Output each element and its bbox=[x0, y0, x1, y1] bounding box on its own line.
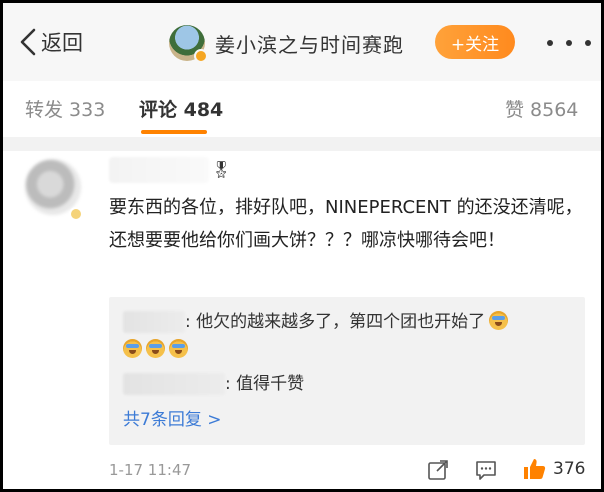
reply-text: : 值得千赞 bbox=[225, 374, 305, 394]
window-frame: 返回 姜小滨之与时间赛跑 +关注 转发 333 评论 484 赞 8564 🎖 … bbox=[0, 0, 604, 492]
tab-reposts[interactable]: 转发 333 bbox=[25, 95, 105, 122]
fan-badge-icon: 🎖 bbox=[211, 160, 232, 179]
laugh-cry-emoji-icon bbox=[146, 339, 165, 358]
tab-bar: 转发 333 评论 484 赞 8564 bbox=[3, 81, 601, 137]
dot-icon bbox=[566, 40, 572, 46]
share-icon[interactable] bbox=[427, 459, 449, 481]
more-options-icon[interactable] bbox=[547, 33, 591, 53]
like-count: 376 bbox=[553, 459, 586, 479]
commenter-name-blurred[interactable] bbox=[109, 157, 209, 183]
page-title: 姜小滨之与时间赛跑 bbox=[215, 32, 404, 57]
member-badge-icon bbox=[69, 207, 83, 221]
reply-author-blurred[interactable] bbox=[123, 373, 225, 395]
reply-preview-box[interactable]: : 他欠的越来越多了，第四个团也开始了 : 值得千赞 共7条回复 > bbox=[109, 297, 585, 445]
laugh-cry-emoji-icon bbox=[169, 339, 188, 358]
comment-timestamp: 1-17 11:47 bbox=[109, 461, 192, 479]
dot-icon bbox=[585, 40, 591, 46]
back-label: 返回 bbox=[41, 31, 83, 55]
dot-icon bbox=[547, 40, 553, 46]
view-all-replies-link[interactable]: 共7条回复 > bbox=[123, 405, 221, 430]
like-button[interactable]: 376 bbox=[521, 455, 585, 483]
section-divider bbox=[3, 137, 601, 151]
laugh-cry-emoji-icon bbox=[123, 339, 142, 358]
laugh-cry-emoji-icon bbox=[489, 311, 509, 330]
avatar[interactable] bbox=[169, 25, 208, 63]
follow-button[interactable]: +关注 bbox=[435, 25, 515, 59]
reply-text: : 他欠的越来越多了，第四个团也开始了 bbox=[185, 312, 486, 332]
comment-icon[interactable] bbox=[475, 459, 497, 481]
reply-item: : 他欠的越来越多了，第四个团也开始了 bbox=[123, 309, 512, 335]
reply-author-blurred[interactable] bbox=[123, 311, 185, 333]
verified-badge-icon bbox=[194, 49, 208, 63]
thumbs-up-icon bbox=[524, 459, 546, 479]
page-header-user[interactable]: 姜小滨之与时间赛跑 bbox=[169, 23, 404, 63]
chevron-left-icon bbox=[20, 28, 36, 56]
comment-item: 🎖 要东西的各位，排好队吧，NINEPERCENT 的还没还清呢，还想要要他给你… bbox=[3, 151, 601, 489]
active-tab-indicator bbox=[141, 130, 207, 134]
top-nav-bar: 返回 姜小滨之与时间赛跑 +关注 bbox=[3, 3, 601, 81]
comment-text: 要东西的各位，排好队吧，NINEPERCENT 的还没还清呢，还想要要他给你们画… bbox=[109, 197, 583, 251]
emoji-row bbox=[123, 337, 192, 363]
tab-likes[interactable]: 赞 8564 bbox=[505, 95, 578, 122]
reply-item: : 值得千赞 bbox=[123, 371, 304, 397]
back-button[interactable]: 返回 bbox=[19, 25, 83, 59]
tab-comments[interactable]: 评论 484 bbox=[139, 95, 223, 122]
